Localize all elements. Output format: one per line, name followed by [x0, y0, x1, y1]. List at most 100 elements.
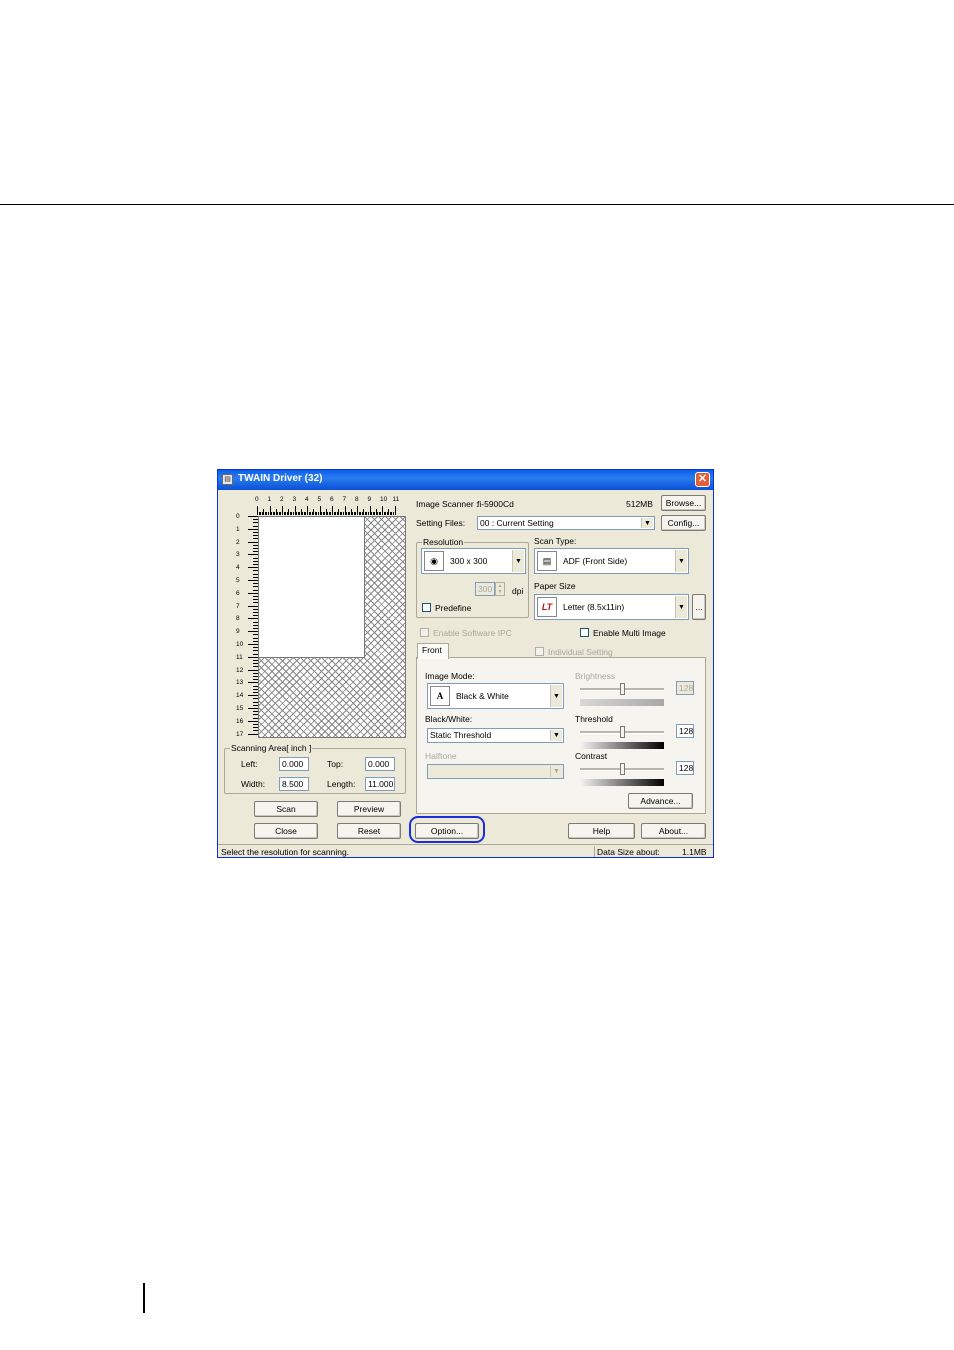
top-field[interactable]: 0.000	[365, 757, 395, 771]
image-scanner-label: Image Scanner :	[416, 499, 479, 509]
chevron-down-icon[interactable]: ▼	[550, 685, 562, 707]
ruler-number: 13	[236, 679, 244, 687]
reset-button[interactable]: Reset	[337, 823, 401, 839]
scanner-icon: ▤	[222, 474, 233, 485]
ruler-tick	[248, 528, 258, 530]
letter-paper-icon: LT	[537, 597, 557, 617]
black-white-dropdown[interactable]: Static Threshold ▼	[427, 728, 564, 743]
advance-button[interactable]: Advance...	[628, 793, 693, 809]
ruler-number: 0	[236, 513, 240, 520]
ruler-number: 2	[280, 496, 284, 503]
ruler-number: 1	[267, 496, 272, 503]
resolution-title: Resolution	[422, 537, 465, 547]
image-scanner-name: fi-5900Cd	[477, 499, 514, 509]
chevron-down-icon[interactable]: ▼	[675, 550, 687, 572]
ruler-number: 11	[392, 496, 400, 503]
ruler-number: 9	[236, 628, 240, 636]
chevron-down-icon[interactable]: ▼	[641, 518, 653, 528]
image-mode-value: Black & White	[456, 691, 509, 701]
page-margin-mark	[143, 1283, 145, 1313]
paper-size-dropdown[interactable]: LT Letter (8.5x11in) ▼	[534, 594, 689, 620]
contrast-slider-thumb[interactable]	[620, 763, 625, 775]
close-button[interactable]: Close	[254, 823, 318, 839]
chevron-down-icon[interactable]: ▼	[512, 550, 524, 572]
brightness-value-field[interactable]: 128	[676, 681, 694, 695]
title-bar[interactable]: ▤ TWAIN Driver (32) ✕	[218, 470, 713, 490]
data-size-label: Data Size about:	[597, 847, 660, 857]
about-button[interactable]: About...	[641, 823, 706, 839]
ruler-number: 14	[236, 692, 244, 700]
halftone-dropdown[interactable]: ▼	[427, 764, 564, 779]
scanner-memory: 512MB	[626, 499, 653, 509]
image-mode-dropdown[interactable]: A Black & White ▼	[427, 683, 564, 709]
vertical-ruler: 0 1 2 3 4 5 6 7 8 9 10 11 12 13 14 15 16 17	[236, 513, 258, 740]
scan-type-value: ADF (Front Side)	[563, 556, 628, 566]
close-window-button[interactable]: ✕	[695, 472, 710, 487]
setting-files-label: Setting Files:	[416, 518, 466, 528]
ruler-tick	[248, 682, 258, 684]
ruler-tick	[248, 580, 258, 581]
ruler-number: 0	[255, 496, 259, 503]
left-label: Left:	[241, 759, 258, 769]
setting-files-dropdown[interactable]: 00 : Current Setting ▼	[477, 516, 655, 530]
ruler-tick	[248, 631, 258, 633]
length-field[interactable]: 11.000	[365, 777, 395, 791]
individual-setting-checkbox[interactable]	[535, 647, 544, 656]
ruler-number: 1	[236, 525, 240, 533]
brightness-label: Brightness	[575, 671, 616, 681]
ruler-number: 6	[236, 589, 240, 597]
contrast-value-field[interactable]: 128	[676, 761, 694, 775]
threshold-slider-thumb[interactable]	[620, 726, 625, 738]
ruler-tick	[248, 516, 258, 517]
ruler-number: 7	[342, 496, 347, 503]
browse-button[interactable]: Browse...	[661, 495, 706, 511]
multi-image-checkbox[interactable]	[580, 628, 589, 637]
ruler-tick	[248, 541, 258, 543]
adf-icon: ▤	[537, 551, 557, 571]
scan-type-dropdown[interactable]: ▤ ADF (Front Side) ▼	[534, 548, 689, 574]
option-button-highlight-ring	[409, 816, 485, 843]
ruler-tick	[248, 733, 258, 735]
spinner-arrows-icon[interactable]: ▲ ▼	[495, 582, 505, 596]
ruler-number: 5	[236, 577, 240, 584]
chevron-down-icon[interactable]: ▼	[675, 596, 687, 618]
threshold-label: Threshold	[575, 714, 613, 724]
ruler-number: 4	[305, 496, 309, 503]
resolution-dropdown[interactable]: ◉ 300 x 300 ▼	[421, 548, 526, 574]
preview-selected-paper[interactable]	[258, 516, 365, 658]
predefine-checkbox[interactable]	[422, 603, 431, 612]
dpi-spinner[interactable]: 300	[475, 582, 495, 596]
paper-size-label: Paper Size	[534, 581, 576, 591]
ruler-tick	[248, 695, 258, 697]
threshold-value-field[interactable]: 128	[676, 724, 694, 738]
ruler-number: 3	[236, 551, 240, 559]
help-button[interactable]: Help	[568, 823, 635, 839]
dpi-label: dpi	[512, 586, 524, 596]
threshold-gradient	[580, 742, 664, 749]
paper-size-value: Letter (8.5x11in)	[563, 602, 625, 612]
software-ipc-checkbox[interactable]	[420, 628, 429, 637]
ruler-number: 3	[292, 496, 297, 503]
scan-button[interactable]: Scan	[254, 801, 318, 817]
predefine-label: Predefine	[435, 603, 472, 613]
status-message: Select the resolution for scanning.	[221, 847, 350, 857]
ruler-number: 12	[236, 666, 244, 674]
halftone-label: Halftone	[425, 751, 457, 761]
width-field[interactable]: 8.500	[279, 777, 309, 791]
config-button[interactable]: Config...	[661, 515, 706, 531]
chevron-down-icon[interactable]: ▼	[550, 766, 562, 777]
ruler-number: 5	[317, 496, 322, 503]
left-field[interactable]: 0.000	[279, 757, 309, 771]
brightness-slider-thumb[interactable]	[620, 683, 625, 695]
image-mode-label: Image Mode:	[425, 671, 475, 681]
resolution-icon: ◉	[424, 551, 444, 571]
black-white-mode-icon: A	[430, 686, 450, 706]
ruler-number: 16	[236, 717, 244, 725]
brightness-gradient	[580, 699, 664, 706]
horizontal-ruler: 0 1 2 3 4 5 6 7 8 9 10 11	[255, 496, 406, 516]
ruler-tick	[248, 656, 258, 658]
preview-button[interactable]: Preview	[337, 801, 401, 817]
tab-front[interactable]: Front	[417, 643, 449, 659]
chevron-down-icon[interactable]: ▼	[550, 730, 562, 741]
paper-size-more-button[interactable]: ...	[692, 594, 706, 620]
